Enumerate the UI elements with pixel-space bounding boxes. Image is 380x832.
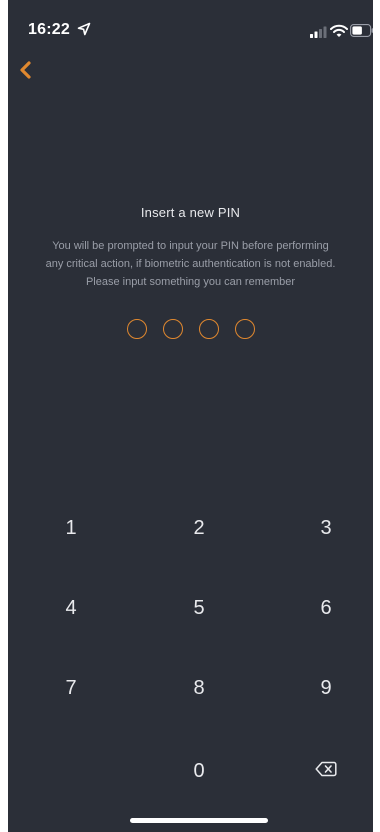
key-3[interactable]: 3 (286, 500, 366, 556)
pin-description: You will be prompted to input your PIN b… (8, 237, 373, 291)
description-line: any critical action, if biometric authen… (45, 258, 336, 270)
battery-icon (350, 24, 373, 37)
signal-icon (310, 25, 328, 38)
description-line: You will be prompted to input your PIN b… (52, 240, 329, 252)
pin-dot (234, 319, 255, 339)
key-7[interactable]: 7 (31, 660, 111, 716)
key-6[interactable]: 6 (286, 580, 366, 636)
delete-button[interactable] (286, 743, 366, 799)
key-4[interactable]: 4 (31, 580, 111, 636)
pin-dot (198, 319, 219, 339)
key-5[interactable]: 5 (159, 580, 239, 636)
page-title: Insert a new PIN (140, 205, 241, 220)
location-arrow-icon (77, 22, 91, 36)
key-2[interactable]: 2 (159, 500, 239, 556)
pin-dot (162, 319, 183, 339)
pin-setup-screen: 16:22 Insert a new PIN You will be promp… (8, 0, 373, 832)
back-button[interactable] (12, 56, 40, 84)
status-bar: 16:22 (8, 0, 373, 44)
key-9[interactable]: 9 (286, 660, 366, 716)
key-8[interactable]: 8 (159, 660, 239, 716)
home-indicator[interactable] (130, 818, 268, 823)
key-0[interactable]: 0 (159, 743, 239, 799)
description-line: Please input something you can remember (85, 276, 296, 288)
pin-dot (126, 319, 147, 339)
status-time: 16:22 (28, 21, 70, 38)
backspace-icon (315, 760, 337, 783)
chevron-left-icon (12, 56, 40, 84)
pin-indicator (8, 319, 373, 343)
key-1[interactable]: 1 (31, 500, 111, 556)
wifi-icon (330, 24, 348, 38)
